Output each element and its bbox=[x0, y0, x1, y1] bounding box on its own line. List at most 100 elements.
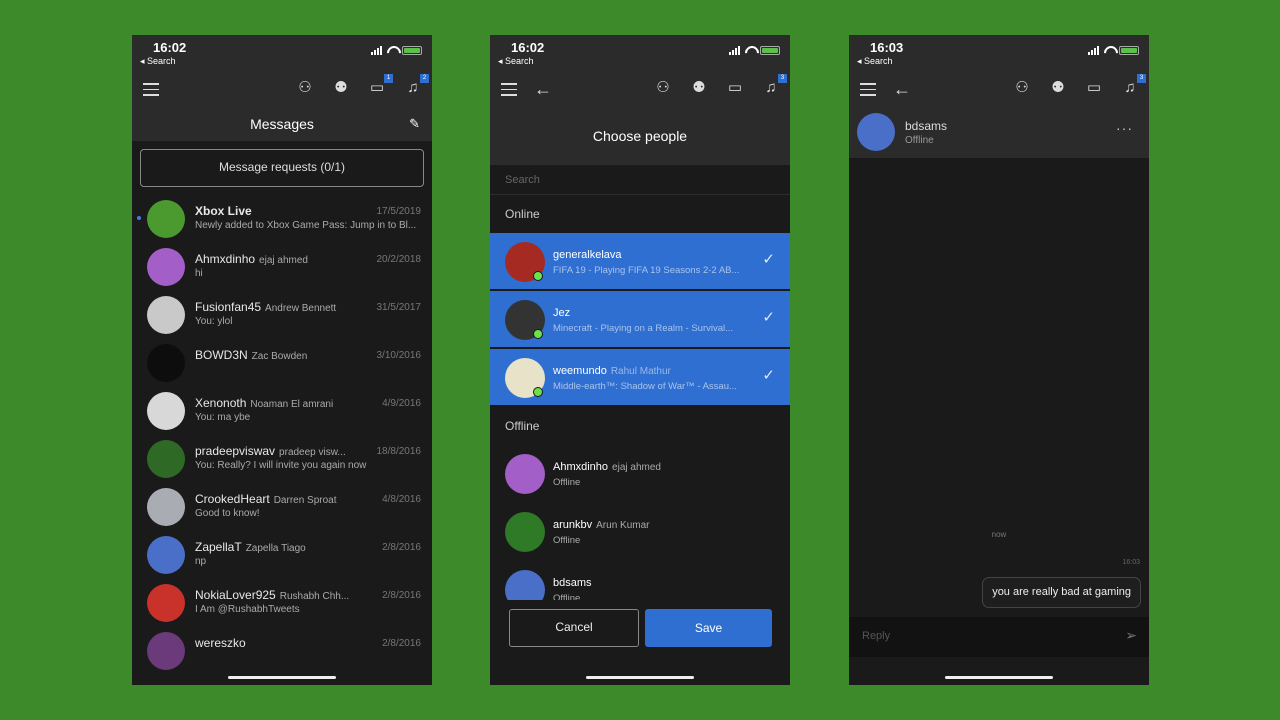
bell-icon[interactable]: ♫ 3 bbox=[1121, 74, 1146, 97]
gamertag: BOWD3N bbox=[195, 348, 248, 362]
message-requests-button[interactable]: Message requests (0/1) bbox=[140, 149, 424, 187]
battery-icon bbox=[402, 46, 422, 55]
messages-icon[interactable]: ▭ bbox=[1085, 79, 1103, 97]
real-name: Zapella Tiago bbox=[245, 543, 306, 554]
conversation-item[interactable]: wereszko 2/8/2016 bbox=[132, 627, 432, 675]
conversation-item[interactable]: pradeepviswav pradeep visw... 18/8/2016 You… bbox=[132, 435, 432, 483]
messages-icon[interactable]: ▭ 1 bbox=[368, 74, 393, 97]
home-indicator[interactable] bbox=[228, 676, 336, 679]
conversation-item[interactable]: NokiaLover925 Rushabh Chh... 2/8/2016 I Am … bbox=[132, 579, 432, 627]
chat-screen: 16:03 ◂ Search ← ⚇ ⚉ ▭ ♫ 3 bdsams Offline… bbox=[849, 35, 1149, 685]
conversation-date: 4/8/2016 bbox=[382, 494, 421, 505]
real-name: ejaj ahmed bbox=[259, 255, 308, 266]
message-timestamp: 16:03 bbox=[1122, 559, 1140, 566]
online-indicator bbox=[533, 387, 543, 397]
back-to-search-link[interactable]: ◂ Search bbox=[857, 56, 893, 67]
avatar bbox=[147, 584, 185, 622]
party-icon[interactable]: ⚉ bbox=[1049, 79, 1067, 97]
person-row[interactable]: generalkelava FIFA 19 - Playing FIFA 19 S… bbox=[490, 233, 790, 291]
choose-people-screen: 16:02 ◂ Search ← ⚇ ⚉ ▭ ♫ 3 Choose people … bbox=[490, 35, 790, 685]
action-bar: Cancel Save bbox=[490, 600, 790, 660]
conversation-item[interactable]: CrookedHeart Darren Sproat 4/8/2016 Good to… bbox=[132, 483, 432, 531]
gamertag: Ahmxdinho bbox=[195, 252, 256, 266]
gamertag: ZapellaT bbox=[195, 540, 242, 554]
chat-header: bdsams Offline ··· bbox=[849, 107, 1149, 158]
notifications-badge: 3 bbox=[778, 74, 787, 83]
send-icon[interactable]: ➢ bbox=[1125, 627, 1137, 644]
wifi-icon bbox=[744, 46, 756, 55]
signal-icon bbox=[729, 46, 740, 55]
bell-icon[interactable]: ♫ 3 bbox=[762, 74, 787, 97]
party-icon[interactable]: ⚉ bbox=[332, 79, 350, 97]
more-options-icon[interactable]: ··· bbox=[1116, 120, 1133, 136]
home-indicator[interactable] bbox=[945, 676, 1053, 679]
conversation-item[interactable]: BOWD3N Zac Bowden 3/10/2016 bbox=[132, 339, 432, 387]
real-name: ejaj ahmed bbox=[612, 462, 661, 473]
battery-icon bbox=[1119, 46, 1139, 55]
party-icon[interactable]: ⚉ bbox=[690, 79, 708, 97]
person-row[interactable]: weemundo Rahul Mathur Middle-earth™: Shado… bbox=[490, 349, 790, 407]
status-time: 16:03 bbox=[870, 40, 904, 55]
message-bubble[interactable]: you are really bad at gaming bbox=[982, 577, 1141, 608]
nav-row: ← ⚇ ⚉ ▭ ♫ 3 bbox=[490, 71, 790, 107]
signal-icon bbox=[1088, 46, 1099, 55]
checkmark-icon[interactable]: ✓ bbox=[762, 250, 775, 268]
save-button[interactable]: Save bbox=[645, 609, 772, 647]
gamertag: arunkbv bbox=[553, 519, 593, 531]
messages-badge: 1 bbox=[384, 74, 393, 83]
person-row[interactable]: arunkbv Arun Kumar Offline bbox=[490, 503, 790, 561]
checkmark-icon[interactable]: ✓ bbox=[762, 366, 775, 384]
conversation-item[interactable]: Fusionfan45 Andrew Bennett 31/5/2017 You: y… bbox=[132, 291, 432, 339]
conversation-date: 17/5/2019 bbox=[376, 206, 422, 217]
real-name: Arun Kumar bbox=[596, 520, 650, 531]
back-arrow-icon[interactable]: ← bbox=[893, 79, 911, 100]
avatar bbox=[147, 248, 185, 286]
message-preview: You: ylol bbox=[195, 316, 233, 327]
back-to-search-link[interactable]: ◂ Search bbox=[140, 56, 176, 67]
friends-icon[interactable]: ⚇ bbox=[296, 79, 314, 97]
notifications-badge: 2 bbox=[420, 74, 429, 83]
real-name: Zac Bowden bbox=[251, 351, 308, 362]
conversation-item[interactable]: Xbox Live 17/5/2019 Newly added to Xbox Ga… bbox=[132, 195, 432, 243]
signal-icon bbox=[371, 46, 382, 55]
search-input[interactable]: Search bbox=[490, 165, 790, 195]
status-bar: 16:03 ◂ Search bbox=[849, 35, 1149, 71]
avatar bbox=[147, 536, 185, 574]
avatar bbox=[147, 296, 185, 334]
gamertag: CrookedHeart bbox=[195, 492, 270, 506]
time-divider: now bbox=[991, 530, 1007, 539]
avatar bbox=[147, 440, 185, 478]
back-to-search-link[interactable]: ◂ Search bbox=[498, 56, 534, 67]
conversation-item[interactable]: Xenonoth Noaman El amrani 4/9/2016 You: ma … bbox=[132, 387, 432, 435]
cancel-button[interactable]: Cancel bbox=[509, 609, 639, 647]
message-preview: np bbox=[195, 556, 207, 567]
avatar bbox=[505, 454, 545, 494]
menu-icon[interactable] bbox=[143, 83, 159, 100]
home-indicator[interactable] bbox=[586, 676, 694, 679]
conversation-item[interactable]: Ahmxdinho ejaj ahmed 20/2/2018 hi bbox=[132, 243, 432, 291]
person-row[interactable]: Ahmxdinho ejaj ahmed Offline bbox=[490, 445, 790, 503]
checkmark-icon[interactable]: ✓ bbox=[762, 308, 775, 326]
status-bar: 16:02 ◂ Search bbox=[132, 35, 432, 71]
gamertag: Ahmxdinho bbox=[553, 461, 609, 473]
message-preview: hi bbox=[195, 268, 203, 279]
contact-avatar[interactable] bbox=[857, 113, 895, 151]
gamertag: Jez bbox=[553, 307, 571, 319]
menu-icon[interactable] bbox=[860, 83, 876, 100]
contact-gamertag[interactable]: bdsams bbox=[905, 119, 947, 133]
reply-input[interactable]: Reply bbox=[862, 630, 890, 642]
top-bar: 16:02 ◂ Search ← ⚇ ⚉ ▭ ♫ 3 bbox=[490, 35, 790, 107]
conversation-date: 20/2/2018 bbox=[376, 254, 422, 265]
person-row[interactable]: Jez Minecraft - Playing on a Realm - Surv… bbox=[490, 291, 790, 349]
bell-icon[interactable]: ♫ 2 bbox=[404, 74, 429, 97]
menu-icon[interactable] bbox=[501, 83, 517, 100]
messages-icon[interactable]: ▭ bbox=[726, 79, 744, 97]
conversation-date: 2/8/2016 bbox=[382, 590, 421, 601]
compose-icon[interactable]: ✎ bbox=[409, 107, 420, 141]
conversation-item[interactable]: ZapellaT Zapella Tiago 2/8/2016 np bbox=[132, 531, 432, 579]
online-indicator bbox=[533, 329, 543, 339]
friends-icon[interactable]: ⚇ bbox=[654, 79, 672, 97]
contact-status: Offline bbox=[905, 135, 934, 146]
back-arrow-icon[interactable]: ← bbox=[534, 79, 552, 100]
friends-icon[interactable]: ⚇ bbox=[1013, 79, 1031, 97]
